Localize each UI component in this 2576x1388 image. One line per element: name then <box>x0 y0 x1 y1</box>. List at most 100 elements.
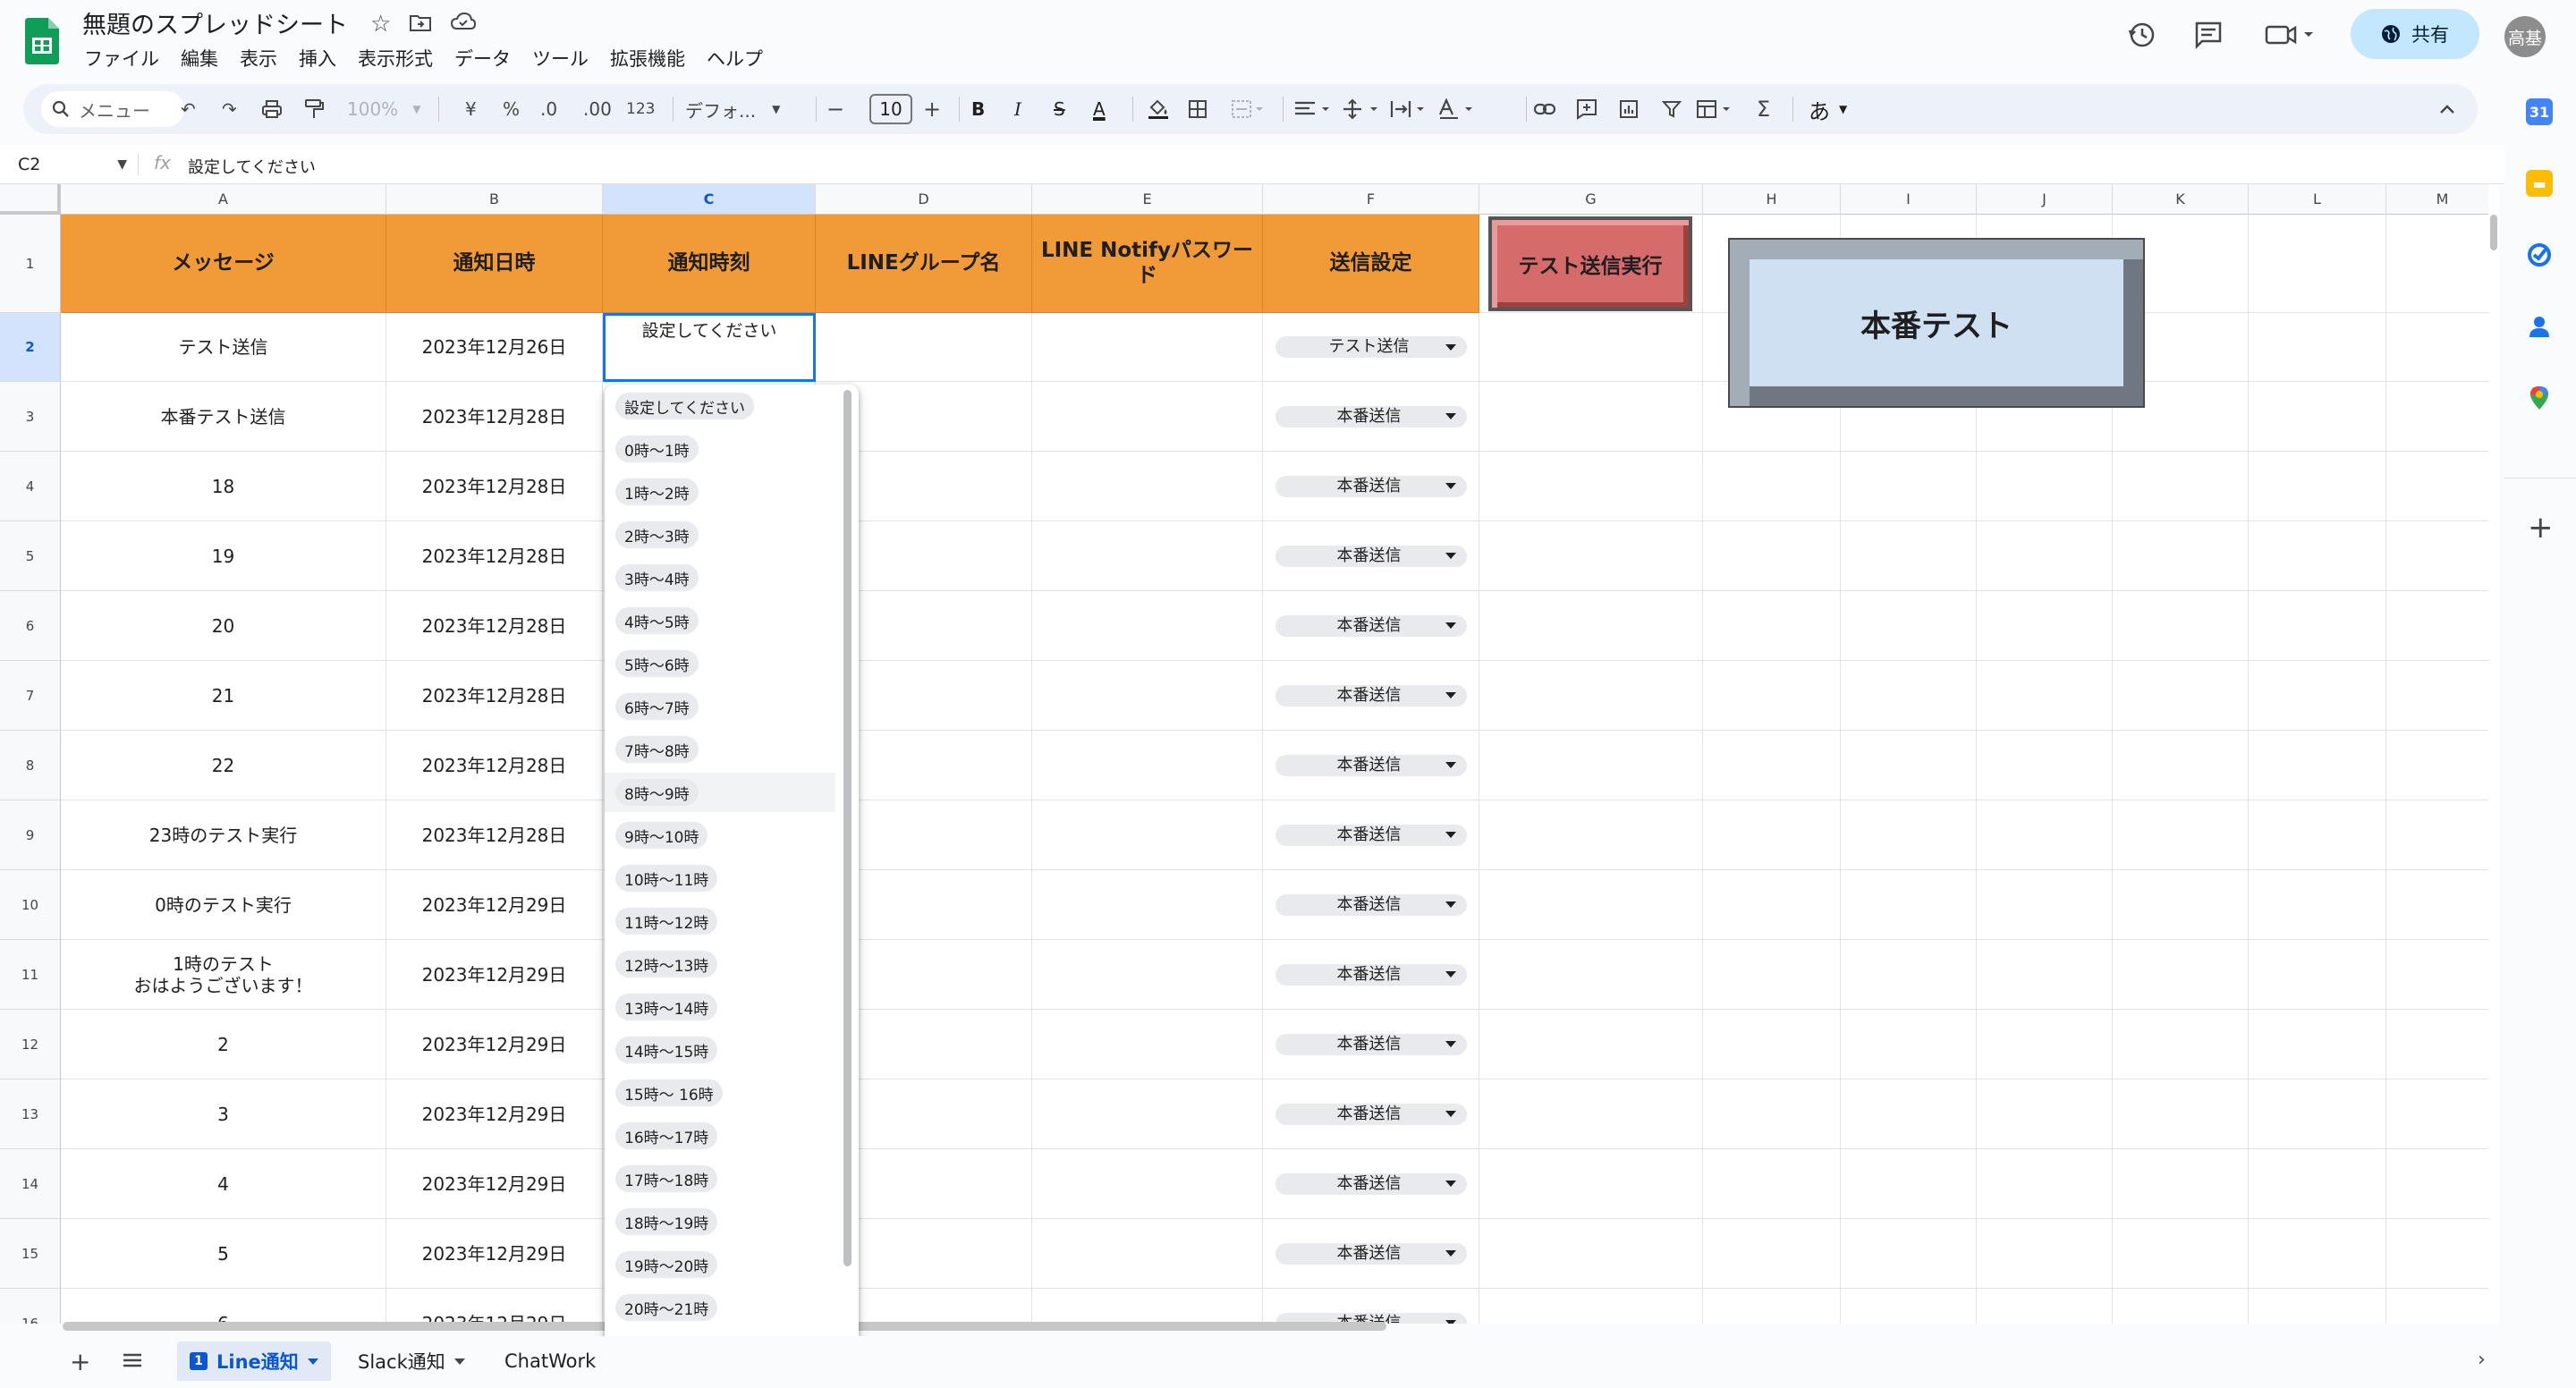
column-header-g[interactable]: G <box>1479 184 1703 215</box>
vertical-scroll-thumb[interactable] <box>2490 215 2497 250</box>
paint-format-icon[interactable] <box>304 84 324 134</box>
grid-cell[interactable] <box>2386 800 2499 870</box>
redo-icon[interactable]: ↷ <box>222 84 237 134</box>
insert-link-icon[interactable] <box>1533 84 1556 134</box>
send-setting-cell[interactable]: 本番送信 <box>1263 800 1479 870</box>
grid-cell[interactable] <box>2249 1289 2386 1324</box>
date-cell[interactable]: 2023年12月29日 <box>386 940 603 1010</box>
test-send-run-button[interactable]: テスト送信実行 <box>1488 216 1692 311</box>
collapse-toolbar-icon[interactable] <box>2438 84 2456 134</box>
grid-cell[interactable] <box>1977 870 2113 940</box>
formula-input[interactable]: 設定してください <box>188 155 316 178</box>
message-cell[interactable]: 4 <box>61 1149 386 1219</box>
send-setting-dropdown[interactable]: 本番送信 <box>1275 475 1467 497</box>
grid-cell[interactable] <box>1703 591 1841 661</box>
increase-decimal-button[interactable]: .00 <box>583 84 612 134</box>
send-setting-cell[interactable]: 本番送信 <box>1263 731 1479 800</box>
bold-button[interactable]: B <box>971 84 985 134</box>
send-setting-cell[interactable]: 本番送信 <box>1263 382 1479 452</box>
grid-cell[interactable] <box>2113 870 2249 940</box>
grid-cell[interactable] <box>1479 940 1703 1010</box>
keep-icon[interactable]: ▬ <box>2526 170 2553 197</box>
message-cell[interactable]: 20 <box>61 591 386 661</box>
grid-cell[interactable] <box>1841 452 1977 521</box>
grid-cell[interactable] <box>2249 313 2386 382</box>
column-header-h[interactable]: H <box>1703 184 1841 215</box>
row-header-12[interactable]: 12 <box>0 1010 61 1079</box>
zoom-select[interactable]: 100% ▼ <box>347 84 420 134</box>
date-cell[interactable]: 2023年12月29日 <box>386 1149 603 1219</box>
send-setting-dropdown[interactable]: 本番送信 <box>1275 754 1467 776</box>
grid-cell[interactable] <box>1977 800 2113 870</box>
grid-cell[interactable] <box>1977 1010 2113 1079</box>
dropdown-option[interactable]: 14時〜15時 <box>605 1030 835 1070</box>
grid-cell[interactable] <box>2386 591 2499 661</box>
sheet-tab-chatwork[interactable]: ChatWork <box>492 1341 608 1381</box>
menu-tools[interactable]: ツール <box>530 43 590 73</box>
grid-cell[interactable] <box>2249 800 2386 870</box>
grid-cell[interactable] <box>1977 940 2113 1010</box>
grid-cell[interactable] <box>2249 521 2386 591</box>
grid-cell[interactable] <box>2249 382 2386 452</box>
row-header-6[interactable]: 6 <box>0 591 61 661</box>
grid-cell[interactable] <box>816 313 1032 382</box>
grid-cell[interactable] <box>1032 870 1263 940</box>
dropdown-option[interactable]: 9時〜10時 <box>605 816 835 855</box>
date-cell[interactable]: 2023年12月29日 <box>386 1289 603 1324</box>
comments-icon[interactable] <box>2193 20 2224 50</box>
grid-cell[interactable] <box>1703 661 1841 731</box>
menu-search[interactable]: メニュー <box>41 84 190 134</box>
send-setting-dropdown[interactable]: 本番送信 <box>1275 1242 1467 1265</box>
grid-cell[interactable] <box>1032 1289 1263 1324</box>
grid-cell[interactable] <box>1977 661 2113 731</box>
message-cell[interactable]: 22 <box>61 731 386 800</box>
header-cell-group[interactable]: LINEグループ名 <box>816 215 1032 313</box>
row-header-11[interactable]: 11 <box>0 940 61 1010</box>
grid-cell[interactable] <box>2249 1149 2386 1219</box>
grid-cell[interactable] <box>2386 452 2499 521</box>
send-setting-cell[interactable]: 本番送信 <box>1263 661 1479 731</box>
grid-cell[interactable] <box>2386 870 2499 940</box>
send-setting-dropdown[interactable]: 本番送信 <box>1275 405 1467 427</box>
grid-cell[interactable] <box>1977 591 2113 661</box>
send-setting-dropdown[interactable]: 本番送信 <box>1275 824 1467 846</box>
grid-cell[interactable] <box>1479 661 1703 731</box>
grid-cell[interactable] <box>1703 1079 1841 1149</box>
grid-cell[interactable] <box>1841 800 1977 870</box>
name-box[interactable]: C2 ▼ <box>0 145 134 184</box>
grid-cell[interactable] <box>1479 521 1703 591</box>
dropdown-option[interactable]: 15時〜 16時 <box>605 1073 835 1113</box>
italic-button[interactable]: I <box>1014 84 1021 134</box>
grid-cell[interactable] <box>1977 731 2113 800</box>
message-cell[interactable]: 21 <box>61 661 386 731</box>
currency-format-button[interactable]: ¥ <box>465 84 477 134</box>
send-setting-dropdown[interactable]: 本番送信 <box>1275 614 1467 637</box>
row-header-8[interactable]: 8 <box>0 731 61 800</box>
header-cell-date[interactable]: 通知日時 <box>386 215 603 313</box>
grid-cell[interactable] <box>1032 591 1263 661</box>
grid-cell[interactable] <box>2386 1149 2499 1219</box>
grid-cell[interactable] <box>1977 452 2113 521</box>
grid-cell[interactable] <box>1841 1149 1977 1219</box>
header-cell-password[interactable]: LINE Notifyパスワード <box>1032 215 1263 313</box>
send-setting-cell[interactable]: 本番送信 <box>1263 591 1479 661</box>
grid-cell[interactable] <box>1703 452 1841 521</box>
send-setting-cell[interactable]: 本番送信 <box>1263 1149 1479 1219</box>
add-addon-icon[interactable]: + <box>2528 510 2554 546</box>
menu-file[interactable]: ファイル <box>82 43 161 73</box>
grid-cell[interactable] <box>2249 215 2386 313</box>
message-cell[interactable]: 本番テスト送信 <box>61 382 386 452</box>
grid-cell[interactable] <box>2113 661 2249 731</box>
message-cell[interactable]: 19 <box>61 521 386 591</box>
dropdown-option[interactable]: 6時〜7時 <box>605 687 835 726</box>
grid-cell[interactable] <box>1479 731 1703 800</box>
version-history-icon[interactable] <box>2127 20 2157 50</box>
column-header-b[interactable]: B <box>386 184 603 215</box>
grid-cell[interactable] <box>1479 452 1703 521</box>
grid-cell[interactable] <box>1479 1079 1703 1149</box>
chevron-down-icon[interactable] <box>307 1358 318 1365</box>
message-cell[interactable]: 18 <box>61 452 386 521</box>
grid-cell[interactable] <box>2249 1010 2386 1079</box>
grid-cell[interactable] <box>2249 1079 2386 1149</box>
grid-cell[interactable] <box>1841 870 1977 940</box>
